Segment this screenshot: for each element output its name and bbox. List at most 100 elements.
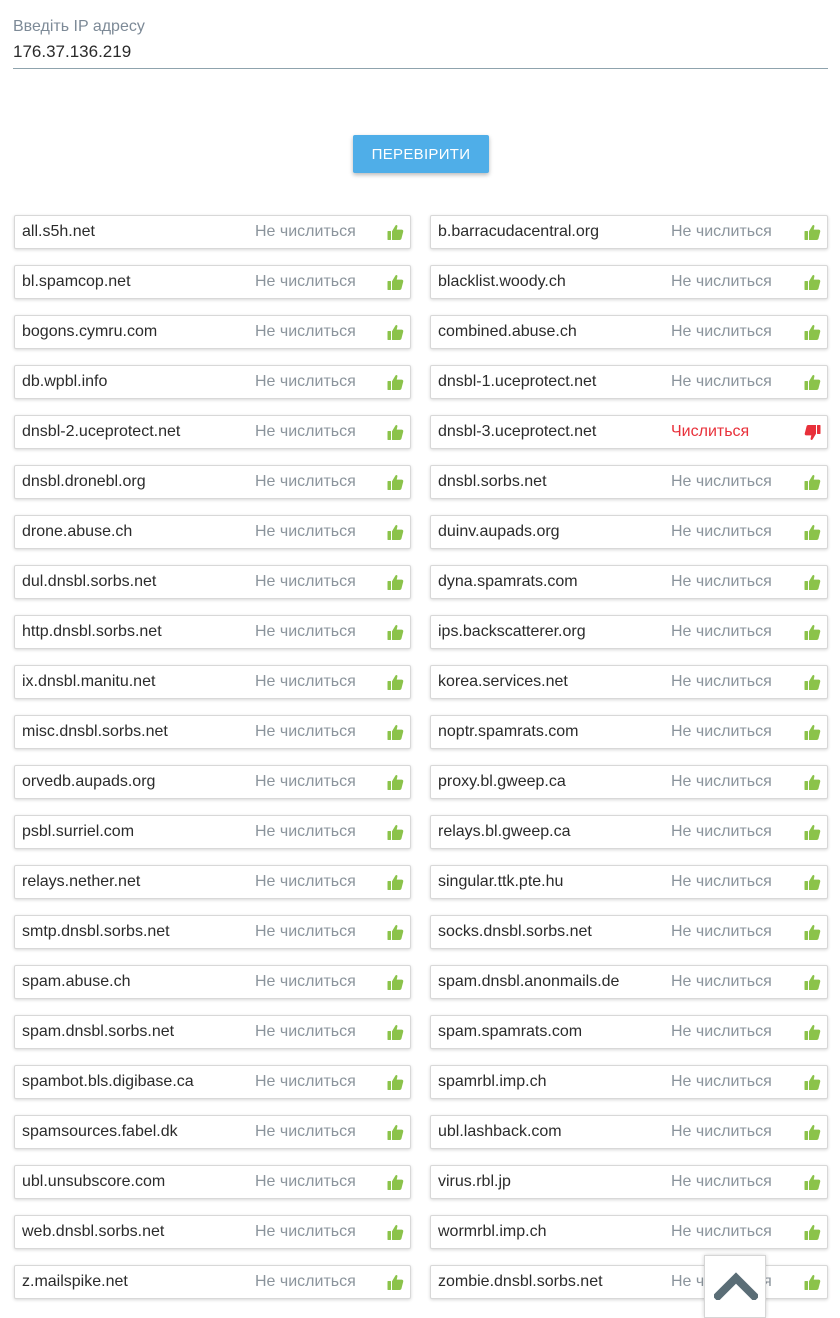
blacklist-host: bogons.cymru.com xyxy=(22,323,158,340)
blacklist-host: psbl.surriel.com xyxy=(22,823,135,840)
blacklist-row: zombie.dnsbl.sorbs.netНе числиться xyxy=(430,1265,828,1299)
status-not-listed: Не числиться xyxy=(671,1073,772,1090)
status-not-listed: Не числиться xyxy=(255,1073,356,1090)
blacklist-host: http.dnsbl.sorbs.net xyxy=(22,623,162,640)
thumbs-up-icon xyxy=(804,674,821,691)
blacklist-host: dnsbl-2.uceprotect.net xyxy=(22,423,181,440)
thumbs-up-icon xyxy=(387,974,404,991)
blacklist-row: dnsbl-1.uceprotect.net Не числиться xyxy=(430,365,828,399)
blacklist-row: web.dnsbl.sorbs.net Не числиться xyxy=(14,1215,411,1249)
thumbs-up-icon xyxy=(804,774,821,791)
blacklist-row: bl.spamcop.net Не числиться xyxy=(14,265,411,299)
blacklist-host: smtp.dnsbl.sorbs.net xyxy=(22,923,170,940)
blacklist-host: spamrbl.imp.ch xyxy=(438,1073,547,1090)
status-not-listed: Не числиться xyxy=(671,1023,772,1040)
blacklist-row: blacklist.woody.ch Не числиться xyxy=(430,265,828,299)
blacklist-host: spam.dnsbl.sorbs.net xyxy=(22,1023,175,1040)
thumbs-up-icon xyxy=(387,224,404,241)
thumbs-up-icon xyxy=(387,774,404,791)
blacklist-row: dul.dnsbl.sorbs.net Не числиться xyxy=(14,565,411,599)
blacklist-row: spambot.bls.digibase.ca Не числиться xyxy=(14,1065,411,1099)
blacklist-host: web.dnsbl.sorbs.net xyxy=(22,1223,165,1240)
status-not-listed: Не числиться xyxy=(255,523,356,540)
status-not-listed: Не числиться xyxy=(671,373,772,390)
status-not-listed: Не числиться xyxy=(255,623,356,640)
blacklist-host: spamsources.fabel.dk xyxy=(22,1123,178,1140)
blacklist-host: spam.abuse.ch xyxy=(22,973,131,990)
blacklist-row: ubl.unsubscore.com Не числиться xyxy=(14,1165,411,1199)
blacklist-host: spambot.bls.digibase.ca xyxy=(22,1073,194,1090)
check-button[interactable]: ПЕРЕВІРИТИ xyxy=(353,135,489,173)
blacklist-row: misc.dnsbl.sorbs.net Не числиться xyxy=(14,715,411,749)
status-not-listed: Не числиться xyxy=(671,273,772,290)
status-not-listed: Не числиться xyxy=(671,973,772,990)
ip-address-input[interactable] xyxy=(13,42,828,69)
thumbs-up-icon xyxy=(804,924,821,941)
blacklist-row: http.dnsbl.sorbs.net Не числиться xyxy=(14,615,411,649)
status-not-listed: Не числиться xyxy=(255,273,356,290)
thumbs-up-icon xyxy=(387,1074,404,1091)
status-not-listed: Не числиться xyxy=(671,873,772,890)
blacklist-host: dul.dnsbl.sorbs.net xyxy=(22,573,157,590)
thumbs-up-icon xyxy=(387,324,404,341)
status-not-listed: Не числиться xyxy=(255,873,356,890)
blacklist-row: z.mailspike.net Не числиться xyxy=(14,1265,411,1299)
thumbs-up-icon xyxy=(804,1174,821,1191)
blacklist-host: relays.bl.gweep.ca xyxy=(438,823,571,840)
blacklist-host: wormrbl.imp.ch xyxy=(438,1223,547,1240)
thumbs-up-icon xyxy=(804,374,821,391)
status-not-listed: Не числиться xyxy=(255,1223,356,1240)
status-not-listed: Не числиться xyxy=(255,223,356,240)
thumbs-up-icon xyxy=(804,224,821,241)
blacklist-row: smtp.dnsbl.sorbs.net Не числиться xyxy=(14,915,411,949)
status-not-listed: Не числиться xyxy=(671,673,772,690)
thumbs-up-icon xyxy=(804,1074,821,1091)
blacklist-row: spam.dnsbl.anonmails.de Не числиться xyxy=(430,965,828,999)
status-not-listed: Не числиться xyxy=(671,523,772,540)
status-not-listed: Не числиться xyxy=(255,723,356,740)
thumbs-up-icon xyxy=(387,524,404,541)
status-not-listed: Не числиться xyxy=(671,223,772,240)
status-not-listed: Не числиться xyxy=(671,323,772,340)
thumbs-up-icon xyxy=(387,824,404,841)
status-not-listed: Не числиться xyxy=(255,923,356,940)
blacklist-row: dnsbl.sorbs.net Не числиться xyxy=(430,465,828,499)
status-not-listed: Не числиться xyxy=(671,1123,772,1140)
thumbs-up-icon xyxy=(804,324,821,341)
status-not-listed: Не числиться xyxy=(255,673,356,690)
ip-address-field: Введіть IP адресу xyxy=(13,16,828,69)
blacklist-host: dnsbl.dronebl.org xyxy=(22,473,146,490)
blacklist-row: b.barracudacentral.org Не числиться xyxy=(430,215,828,249)
scroll-to-top-button[interactable] xyxy=(704,1255,766,1318)
blacklist-host: noptr.spamrats.com xyxy=(438,723,579,740)
blacklist-host: zombie.dnsbl.sorbs.net xyxy=(438,1273,603,1290)
blacklist-host: misc.dnsbl.sorbs.net xyxy=(22,723,168,740)
blacklist-host: ubl.unsubscore.com xyxy=(22,1173,166,1190)
status-not-listed: Не числиться xyxy=(255,373,356,390)
status-not-listed: Не числиться xyxy=(671,723,772,740)
blacklist-host: dnsbl-1.uceprotect.net xyxy=(438,373,597,390)
thumbs-up-icon xyxy=(387,874,404,891)
thumbs-up-icon xyxy=(804,1274,821,1291)
thumbs-up-icon xyxy=(387,674,404,691)
blacklist-row: drone.abuse.ch Не числиться xyxy=(14,515,411,549)
status-not-listed: Не числиться xyxy=(255,323,356,340)
blacklist-row: spam.spamrats.com Не числиться xyxy=(430,1015,828,1049)
blacklist-host: all.s5h.net xyxy=(22,223,95,240)
blacklist-row: proxy.bl.gweep.ca Не числиться xyxy=(430,765,828,799)
thumbs-up-icon xyxy=(804,524,821,541)
thumbs-up-icon xyxy=(387,1274,404,1291)
chevron-up-icon xyxy=(714,1272,758,1300)
status-not-listed: Не числиться xyxy=(255,973,356,990)
blacklist-row: singular.ttk.pte.hu Не числиться xyxy=(430,865,828,899)
thumbs-up-icon xyxy=(804,1224,821,1241)
thumbs-up-icon xyxy=(387,624,404,641)
blacklist-host: ix.dnsbl.manitu.net xyxy=(22,673,156,690)
thumbs-up-icon xyxy=(387,374,404,391)
blacklist-row: virus.rbl.jp Не числиться xyxy=(430,1165,828,1199)
status-not-listed: Не числиться xyxy=(671,1223,772,1240)
blacklist-host: orvedb.aupads.org xyxy=(22,773,156,790)
blacklist-row: dnsbl.dronebl.org Не числиться xyxy=(14,465,411,499)
thumbs-up-icon xyxy=(387,924,404,941)
thumbs-up-icon xyxy=(804,474,821,491)
